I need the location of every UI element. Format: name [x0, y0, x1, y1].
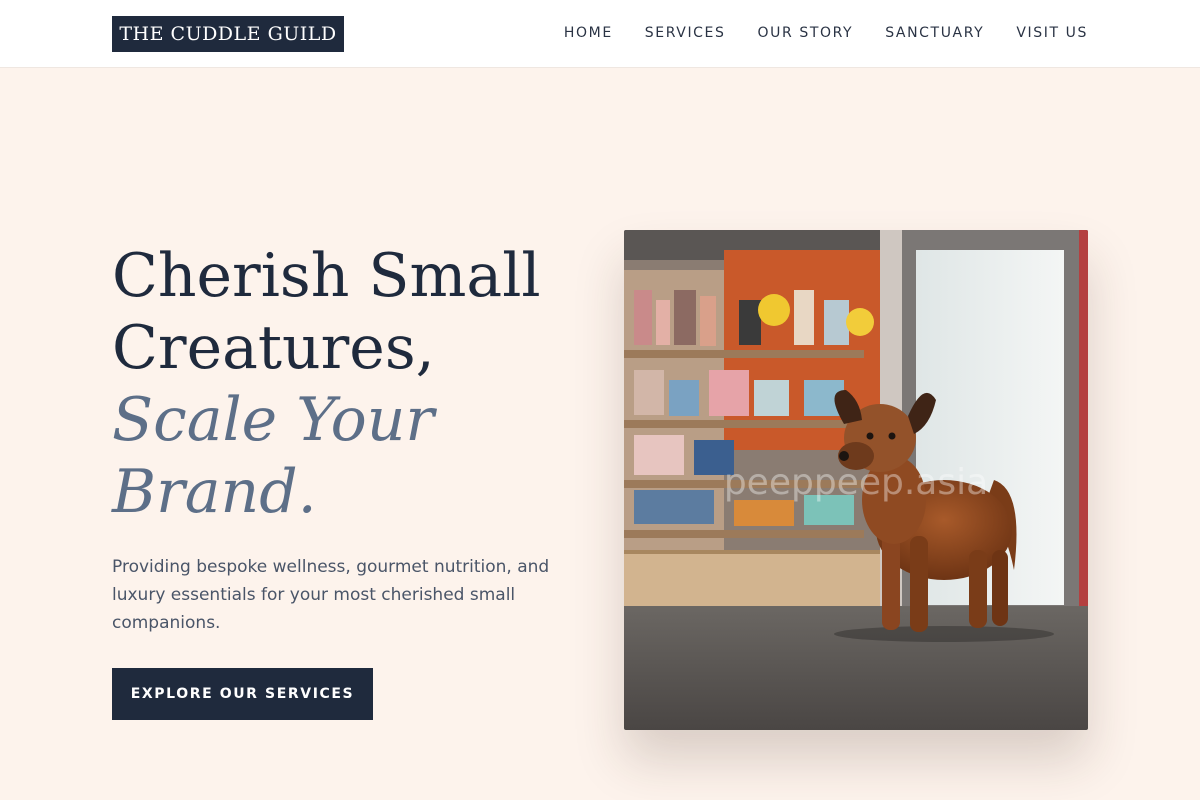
nav-item-services[interactable]: SERVICES: [645, 25, 726, 41]
hero-title-accent-line-2: Brand.: [112, 457, 317, 527]
nav-item-sanctuary[interactable]: SANCTUARY: [885, 25, 984, 41]
site-header: THE CUDDLE GUILD HOME SERVICES OUR STORY…: [0, 0, 1200, 68]
main-nav: HOME SERVICES OUR STORY SANCTUARY VISIT …: [564, 22, 1088, 44]
hero-title-line-2: Creatures,: [112, 313, 435, 383]
hero-photo-dog-in-shop: peeppeep.asia: [624, 230, 1088, 730]
brand-logo[interactable]: THE CUDDLE GUILD: [112, 16, 344, 52]
hero-title: Cherish Small Creatures, Scale Your Bran…: [112, 240, 592, 528]
hero-title-accent-line-1: Scale Your: [112, 385, 435, 455]
hero-title-line-1: Cherish Small: [112, 241, 541, 311]
hero-subtitle: Providing bespoke wellness, gourmet nutr…: [112, 557, 550, 633]
nav-item-home[interactable]: HOME: [564, 25, 613, 41]
explore-services-button[interactable]: EXPLORE OUR SERVICES: [112, 668, 373, 720]
image-watermark: peeppeep.asia: [723, 462, 989, 503]
nav-item-visit-us[interactable]: VISIT US: [1016, 25, 1088, 41]
nav-item-our-story[interactable]: OUR STORY: [758, 25, 854, 41]
